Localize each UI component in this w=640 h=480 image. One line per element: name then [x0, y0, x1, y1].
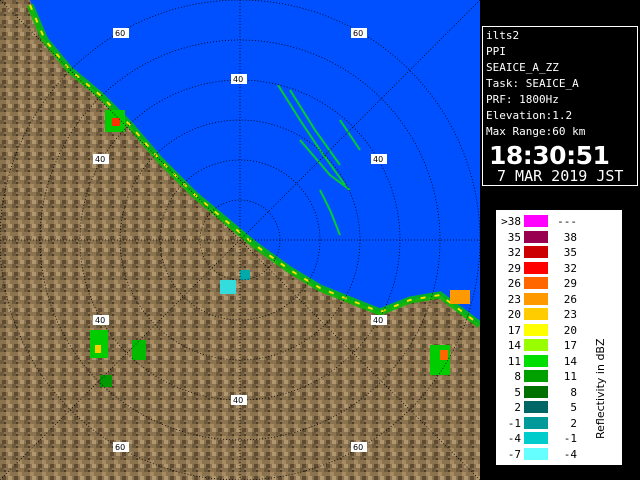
- legend-lower-bound: -1: [507, 416, 521, 430]
- legend-row: 20 23: [497, 308, 607, 321]
- legend-color-swatch: [524, 339, 548, 351]
- legend-row: -4 -1: [497, 432, 607, 445]
- svg-text:60: 60: [353, 443, 363, 452]
- legend-color-swatch: [524, 385, 548, 398]
- legend-upper-bound: 11: [563, 370, 577, 383]
- svg-text:40: 40: [233, 396, 243, 405]
- legend-upper-bound: 17: [563, 339, 577, 352]
- product-name: SEAICE_A_ZZ: [486, 61, 559, 74]
- scan-mode: PPI: [486, 45, 506, 58]
- side-panel: ilts2 PPI SEAICE_A_ZZ Task: SEAICE_A PRF…: [480, 0, 640, 480]
- legend-row: 8 11: [497, 370, 607, 383]
- legend-color-swatch: [524, 261, 548, 274]
- legend-upper-bound: 5: [570, 401, 577, 414]
- legend-lower-bound: 2: [514, 401, 521, 414]
- legend-upper-bound: 8: [570, 385, 577, 399]
- legend-upper-bound: 29: [563, 277, 577, 290]
- legend-upper-bound: 20: [563, 323, 577, 337]
- legend-row: -7 -4: [497, 447, 607, 461]
- legend-row: 23 26: [497, 292, 607, 306]
- legend-upper-bound: -4: [563, 447, 577, 461]
- elevation-value: Elevation:1.2: [486, 109, 573, 122]
- legend-lower-bound: 20: [507, 308, 521, 321]
- legend-lower-bound: 26: [507, 277, 521, 290]
- ring-label-40-lower-left: 40: [93, 315, 109, 325]
- legend-lower-bound: 8: [514, 370, 521, 383]
- radar-ppi-map: 40 40 40 40 40 40 60 60 60 60: [0, 0, 480, 480]
- ring-label-40-lower-right: 40: [371, 315, 387, 325]
- ring-label-60-bottom-right: 60: [351, 442, 367, 452]
- ring-label-60-top-right: 60: [351, 28, 367, 38]
- legend-row: 14 17: [497, 339, 607, 352]
- svg-text:60: 60: [115, 443, 125, 452]
- legend-upper-bound: ---: [557, 215, 577, 228]
- legend-color-swatch: [524, 230, 548, 243]
- legend-row: 58: [497, 385, 607, 399]
- legend-lower-bound: 32: [507, 246, 521, 259]
- legend-lower-bound: 11: [507, 354, 521, 368]
- legend-upper-bound: 26: [563, 292, 577, 306]
- legend-color-swatch: [524, 323, 548, 336]
- svg-text:40: 40: [95, 155, 105, 164]
- legend-row: 32 35: [497, 246, 607, 259]
- svg-text:60: 60: [115, 29, 125, 38]
- info-box: ilts2 PPI SEAICE_A_ZZ Task: SEAICE_A PRF…: [482, 26, 638, 186]
- reflectivity-legend: >38 --- 35 38 32 35 29 32 26 29 23 26 20 23 17 20 14 17 11…: [496, 210, 622, 465]
- legend-color-swatch: [524, 416, 548, 429]
- legend-lower-bound: 29: [507, 261, 521, 275]
- legend-color-swatch: [524, 292, 548, 305]
- task-name: Task: SEAICE_A: [486, 77, 579, 90]
- ring-label-60-top-left: 60: [113, 28, 129, 38]
- legend-lower-bound: 23: [507, 292, 521, 306]
- scan-date: 7 MAR 2019 JST: [497, 167, 624, 185]
- legend-title: Reflectivity in dBZ: [594, 338, 607, 439]
- prf-value: PRF: 1800Hz: [486, 93, 559, 106]
- legend-color-swatch: [524, 432, 548, 444]
- ring-label-40-top: 40: [231, 74, 247, 84]
- legend-lower-bound: -7: [507, 447, 521, 461]
- legend-color-swatch: [524, 401, 548, 413]
- ring-label-40-bottom: 40: [231, 395, 247, 405]
- legend-color-swatch: [524, 354, 548, 367]
- legend-row: 17 20: [497, 323, 607, 337]
- ring-label-40-left: 40: [93, 154, 109, 164]
- legend-row: 26 29: [497, 277, 607, 290]
- legend-row: 11 14: [497, 354, 607, 368]
- svg-text:40: 40: [95, 316, 105, 325]
- legend-color-swatch: [524, 215, 548, 227]
- legend-row: >38 ---: [497, 215, 607, 228]
- legend-lower-bound: 35: [507, 230, 521, 244]
- legend-row: 35 38: [497, 230, 607, 244]
- legend-upper-bound: 14: [563, 354, 577, 368]
- svg-text:40: 40: [233, 75, 243, 84]
- svg-text:40: 40: [373, 155, 383, 164]
- svg-text:40: 40: [373, 316, 383, 325]
- legend-upper-bound: -1: [563, 432, 577, 445]
- legend-color-swatch: [524, 246, 548, 258]
- legend-upper-bound: 23: [563, 308, 577, 321]
- legend-lower-bound: >38: [501, 215, 521, 228]
- legend-upper-bound: 38: [563, 230, 577, 244]
- scan-time: 18:30:51: [489, 141, 610, 170]
- legend-lower-bound: 17: [507, 323, 521, 337]
- legend-row: 25: [497, 401, 607, 414]
- legend-color-swatch: [524, 447, 548, 460]
- legend-upper-bound: 2: [570, 416, 577, 430]
- legend-lower-bound: 5: [514, 385, 521, 399]
- station-name: ilts2: [486, 29, 520, 42]
- legend-upper-bound: 32: [563, 261, 577, 275]
- legend-row: 29 32: [497, 261, 607, 275]
- legend-row: -1 2: [497, 416, 607, 430]
- legend-color-swatch: [524, 370, 548, 382]
- ring-label-60-bottom-left: 60: [113, 442, 129, 452]
- svg-text:60: 60: [353, 29, 363, 38]
- legend-color-swatch: [524, 277, 548, 289]
- ring-label-40-right: 40: [371, 154, 387, 164]
- legend-color-swatch: [524, 308, 548, 320]
- max-range-value: Max Range:60 km: [486, 125, 586, 138]
- legend-upper-bound: 35: [563, 246, 577, 259]
- legend-lower-bound: -4: [507, 432, 521, 445]
- legend-lower-bound: 14: [507, 339, 521, 352]
